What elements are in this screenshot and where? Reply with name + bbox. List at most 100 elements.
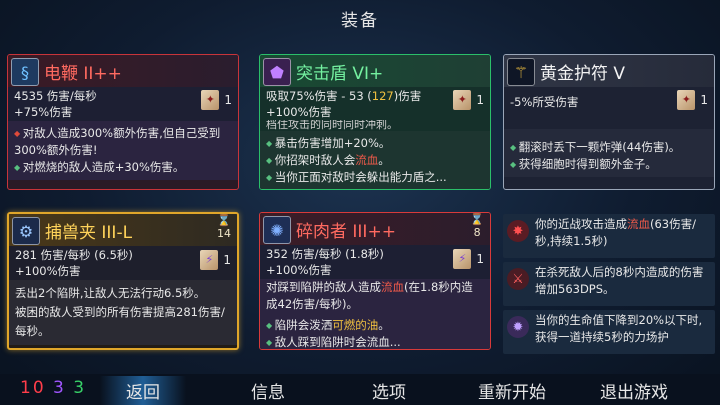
item-stats: 吸取75%伤害 - 53 (127)伤害 +100%伤害 档住攻击的同时同时冲刺…: [260, 87, 490, 131]
grinder-icon: ✺: [263, 216, 291, 244]
scroll-icon: ✦: [453, 90, 472, 110]
cooldown-badge: ⌛ 8: [470, 213, 484, 239]
item-desc-clipped: 档住攻击的同时同时冲刺。: [266, 120, 398, 130]
restart-button[interactable]: 重新开始: [452, 376, 572, 405]
item-name: 碎肉者 III++: [296, 221, 396, 242]
bleed-mutation-icon: ✸: [507, 220, 529, 242]
item-header: ✺ 碎肉者 III++ ⌛ 8: [260, 213, 490, 245]
item-dps: 281 伤害/每秒 (6.5秒): [15, 248, 133, 262]
item-card-electric-whip[interactable]: § 电鞭 II++ 4535 伤害/每秒 +75%伤害 ✦ 1 对敌人造成300…: [7, 54, 239, 190]
effect-line: 敌人踩到陷阱时会流血...: [266, 334, 484, 349]
item-header: ⚙ 捕兽夹 III-L ⌛ 14: [9, 214, 237, 246]
options-button[interactable]: 选项: [346, 376, 432, 405]
item-stats: 352 伤害/每秒 (1.8秒) +100%伤害 ⚡ 1: [260, 245, 490, 279]
item-effects: 对敌人造成300%额外伤害,但自己受到300%额外伤害! 对燃烧的敌人造成+30…: [8, 121, 238, 180]
effect-line: 当你正面对敌时会躲出能力盾之...: [266, 169, 484, 186]
effect-text: 对燃烧的敌人造成+30%伤害。: [22, 160, 185, 174]
item-effects: 暴击伤害增加+20%。 你招架时敌人会流血。 当你正面对敌时会躲出能力盾之...: [260, 131, 490, 189]
scroll-badge: ✦ 1: [453, 90, 484, 110]
effect-text: 敌人踩到陷阱时会流血...: [274, 335, 401, 349]
item-header: § 电鞭 II++: [8, 55, 238, 87]
absorb-value: 127: [371, 89, 394, 103]
effect-highlight: 可燃的油: [332, 318, 379, 332]
effect-text: 你招架时敌人会: [274, 153, 356, 167]
cooldown-badge: ⌛ 14: [217, 214, 231, 240]
whip-icon: §: [11, 58, 39, 86]
scroll-count: 1: [700, 93, 708, 107]
effect-text: 陷阱会泼洒: [274, 318, 333, 332]
mutation-text: 当你的生命值下降到20%以下时,获得一道持续5秒的力场护: [535, 313, 703, 344]
tactics-count: 3: [53, 378, 66, 398]
survival-count: 3: [73, 378, 87, 398]
item-effects: 对踩到陷阱的敌人造成流血(在1.8秒内造成42伤害/每秒)。 陷阱会泼洒可燃的油…: [260, 279, 490, 349]
effect-text: 对敌人造成300%额外伤害,但自己受到300%额外伤害!: [14, 126, 221, 157]
effect-highlight: 流血: [355, 153, 379, 167]
item-bonus: +75%伤害: [14, 105, 73, 119]
effect-line: 对敌人造成300%额外伤害,但自己受到300%额外伤害!: [14, 125, 232, 159]
item-name: 电鞭 II++: [44, 63, 122, 84]
mutation-item-shield[interactable]: ✹ 当你的生命值下降到20%以下时,获得一道持续5秒的力场护: [503, 310, 715, 354]
item-description: 丢出2个陷阱,让敌人无法行动6.5秒。 被困的敌人受到的所有伤害提高281伤害/…: [9, 280, 237, 345]
mutation-item-combo[interactable]: ✸ 你的近战攻击造成流血(63伤害/秒,持续1.5秒): [503, 214, 715, 258]
scroll-icon: ✦: [677, 90, 696, 110]
item-header: ⬟ 突击盾 VI+: [260, 55, 490, 87]
cooldown-value: 8: [473, 226, 481, 239]
absorb-prefix: 吸取75%伤害 - 53 (: [266, 89, 372, 103]
item-card-meat-grinder[interactable]: ✺ 碎肉者 III++ ⌛ 8 352 伤害/每秒 (1.8秒) +100%伤害…: [259, 212, 491, 350]
scroll-icon: ⚡: [453, 249, 472, 269]
item-dps: 4535 伤害/每秒: [14, 89, 97, 103]
scroll-badge: ⚡ 1: [200, 250, 231, 270]
description-text: 对踩到陷阱的敌人造成: [266, 280, 381, 294]
effect-line: 对燃烧的敌人造成+30%伤害。: [14, 159, 232, 176]
effect-line: 你招架时敌人会流血。: [266, 152, 484, 169]
forcefield-mutation-icon: ✹: [507, 316, 529, 338]
item-card-wolf-trap[interactable]: ⚙ 捕兽夹 III-L ⌛ 14 281 伤害/每秒 (6.5秒) +100%伤…: [7, 212, 239, 350]
scroll-badge: ✦ 1: [201, 90, 232, 110]
description-line: 被困的敌人受到的所有伤害提高281伤害/每秒。: [15, 305, 225, 338]
effect-line: 获得细胞时得到额外金子。: [510, 156, 708, 173]
quit-game-button[interactable]: 退出游戏: [574, 376, 694, 405]
item-bonus: +100%伤害: [266, 105, 332, 119]
item-name: 捕兽夹 III-L: [45, 222, 133, 243]
info-button[interactable]: 信息: [225, 376, 311, 405]
scroll-stat-counts: 10 3 3: [20, 378, 86, 398]
item-card-gold-amulet[interactable]: ⚚ 黄金护符 V -5%所受伤害 ✦ 1 翻滚时丢下一颗炸弹(44伤害)。 获得…: [503, 54, 715, 190]
scroll-count: 1: [224, 93, 232, 107]
item-bonus: +100%伤害: [266, 263, 332, 277]
effect-line: 暴击伤害增加+20%。: [266, 135, 484, 152]
mutation-highlight: 流血: [627, 217, 650, 231]
effect-text: 暴击伤害增加+20%。: [274, 136, 391, 150]
effect-line: 陷阱会泼洒可燃的油。: [266, 317, 484, 334]
effect-text: 。: [378, 153, 390, 167]
effect-text: 获得细胞时得到额外金子。: [518, 157, 657, 171]
item-card-assault-shield[interactable]: ⬟ 突击盾 VI+ 吸取75%伤害 - 53 (127)伤害 +100%伤害 档…: [259, 54, 491, 190]
item-dps: 352 伤害/每秒 (1.8秒): [266, 247, 384, 261]
item-effects: 翻滚时丢下一颗炸弹(44伤害)。 获得细胞时得到额外金子。: [504, 129, 714, 177]
absorb-suffix: )伤害: [393, 89, 422, 103]
scroll-count: 1: [476, 93, 484, 107]
effect-line: 翻滚时丢下一颗炸弹(44伤害)。: [510, 139, 708, 156]
trap-icon: ⚙: [12, 217, 40, 245]
description-highlight: 流血: [381, 280, 404, 294]
cooldown-value: 14: [217, 227, 231, 240]
scroll-count: 1: [476, 252, 484, 266]
mutation-item-killer[interactable]: ⚔ 在杀死敌人后的8秒内造成的伤害增加563DPS。: [503, 262, 715, 306]
effect-text: 翻滚时丢下一颗炸弹(44伤害)。: [518, 140, 681, 154]
scroll-badge: ✦ 1: [677, 90, 708, 110]
item-header: ⚚ 黄金护符 V: [504, 55, 714, 87]
sword-mutation-icon: ⚔: [507, 268, 529, 290]
item-bonus: +100%伤害: [15, 264, 81, 278]
item-stats: 281 伤害/每秒 (6.5秒) +100%伤害 ⚡ 1: [9, 246, 237, 280]
scroll-icon: ✦: [201, 90, 220, 110]
hourglass-icon: ⌛: [470, 213, 484, 226]
description-line: 对踩到陷阱的敌人造成流血(在1.8秒内造成42伤害/每秒)。: [266, 279, 484, 313]
hourglass-icon: ⌛: [217, 214, 231, 227]
page-title: 装备: [341, 11, 379, 31]
effect-text: 。: [378, 318, 390, 332]
scroll-count: 1: [223, 253, 231, 267]
effect-text: 当你正面对敌时会躲出能力盾之...: [274, 170, 447, 184]
scroll-badge: ⚡ 1: [453, 249, 484, 269]
item-stats: 4535 伤害/每秒 +75%伤害 ✦ 1: [8, 87, 238, 121]
back-button[interactable]: 返回: [100, 376, 186, 405]
mutation-text: 你的近战攻击造成: [535, 217, 627, 231]
